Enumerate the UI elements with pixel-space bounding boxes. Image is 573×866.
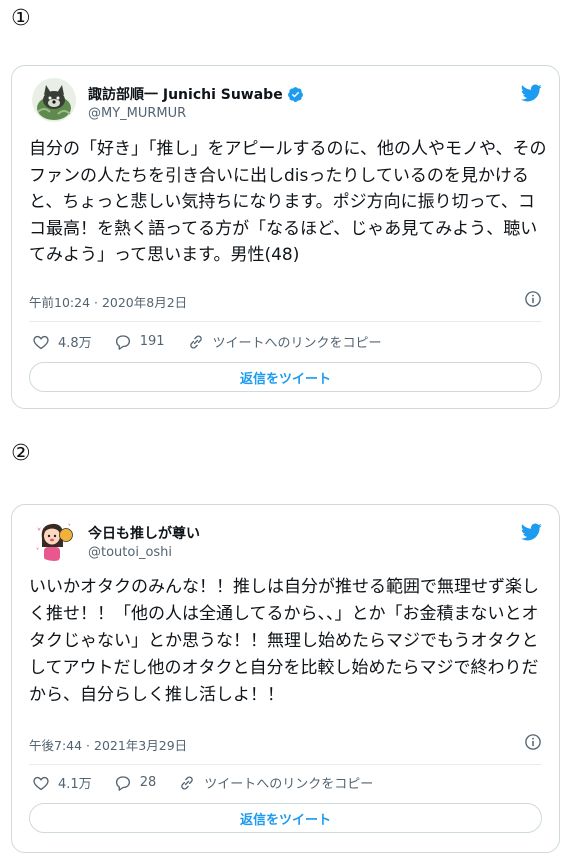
- copy-link-label: ツイートへのリンクをコピー: [204, 777, 374, 792]
- verified-badge-icon: [287, 86, 303, 102]
- like-count: 4.8万: [58, 336, 92, 351]
- info-icon[interactable]: [524, 290, 542, 308]
- display-name[interactable]: 諏訪部順一 Junichi Suwabe: [88, 84, 304, 104]
- copy-link-button[interactable]: ツイートへのリンクをコピー: [187, 332, 382, 351]
- like-count: 4.1万: [58, 777, 92, 792]
- divider: [29, 764, 542, 765]
- tweet-text: いいかオタクのみんな！！推しは自分が推せる範囲で無理せず楽しく推せ！！「他の人は…: [29, 577, 539, 705]
- reply-count-button[interactable]: 28: [114, 774, 157, 792]
- tweet-text: 自分の「好き」「推し」をアピールするのに、他の人やモノや、そのファンの人たちを引…: [29, 139, 547, 265]
- action-bar: 4.1万 28 ツイートへのリンクをコピー: [32, 773, 395, 792]
- twitter-bird-icon[interactable]: [519, 521, 543, 543]
- display-name[interactable]: 今日も推しが尊い: [88, 523, 200, 543]
- avatar[interactable]: [32, 78, 76, 122]
- dog-avatar-icon: [32, 78, 76, 122]
- reply-bubble-icon: [115, 334, 130, 350]
- timestamp[interactable]: 午後7:44 · 2021年3月29日: [29, 735, 187, 754]
- heart-icon: [33, 335, 49, 349]
- info-icon[interactable]: [524, 733, 542, 751]
- handle[interactable]: @MY_MURMUR: [88, 106, 186, 121]
- link-icon: [181, 775, 194, 790]
- section-marker-2: ②: [11, 441, 31, 466]
- display-name-text[interactable]: 諏訪部順一 Junichi Suwabe: [88, 84, 283, 104]
- reply-bubble-icon: [115, 775, 130, 791]
- link-icon: [189, 334, 202, 349]
- tweet-card-1[interactable]: 諏訪部順一 Junichi Suwabe @MY_MURMUR 自分の「好き」「…: [11, 65, 560, 409]
- reply-count: 191: [139, 334, 165, 349]
- timestamp[interactable]: 午前10:24 · 2020年8月2日: [29, 292, 187, 311]
- action-bar: 4.8万 191 ツイートへのリンクをコピー: [32, 332, 404, 351]
- reply-count: 28: [139, 775, 157, 790]
- reply-tweet-button[interactable]: 返信をツイート: [29, 803, 542, 833]
- section-marker-1: ①: [11, 6, 31, 31]
- copy-link-label: ツイートへのリンクをコピー: [212, 336, 382, 351]
- avatar[interactable]: [32, 517, 76, 561]
- heart-icon: [33, 776, 49, 790]
- like-button[interactable]: 4.1万: [32, 773, 92, 792]
- fan-girl-avatar-icon: [32, 517, 76, 561]
- copy-link-button[interactable]: ツイートへのリンクをコピー: [178, 773, 373, 792]
- twitter-bird-icon[interactable]: [519, 82, 543, 104]
- reply-tweet-button[interactable]: 返信をツイート: [29, 362, 542, 392]
- reply-count-button[interactable]: 191: [114, 333, 165, 351]
- tweet-card-2[interactable]: 今日も推しが尊い @toutoi_oshi いいかオタクのみんな！！推しは自分が…: [11, 504, 560, 853]
- like-button[interactable]: 4.8万: [32, 332, 92, 351]
- divider: [29, 321, 542, 322]
- handle[interactable]: @toutoi_oshi: [88, 545, 172, 560]
- display-name-text[interactable]: 今日も推しが尊い: [88, 523, 200, 543]
